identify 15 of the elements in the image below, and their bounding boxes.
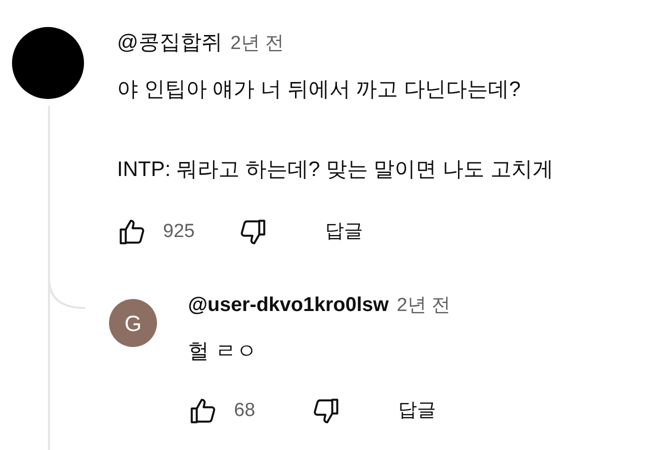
reply-button[interactable]: 답글	[325, 218, 363, 246]
dislike-icon[interactable]	[311, 396, 341, 426]
author-name[interactable]: @콩집합쥐	[117, 29, 222, 57]
author-name[interactable]: @user-dkvo1kro0lsw	[188, 291, 389, 319]
like-count: 68	[234, 398, 256, 423]
like-icon[interactable]	[188, 396, 218, 426]
like-count: 925	[163, 220, 196, 244]
like-icon[interactable]	[117, 217, 147, 247]
avatar[interactable]: G	[109, 299, 157, 347]
dislike-icon[interactable]	[238, 217, 268, 247]
reply-button[interactable]: 답글	[398, 396, 436, 426]
comment-text: 헐 ㄹㅇ	[188, 339, 258, 365]
timestamp[interactable]: 2년 전	[230, 30, 284, 58]
comment-text: 야 인팁아 얘가 너 뒤에서 까고 다닌다는데? INTP: 뭐라고 하는데? 맞는 말이면 나도 고치게	[117, 77, 554, 183]
timestamp[interactable]: 2년 전	[396, 292, 451, 320]
